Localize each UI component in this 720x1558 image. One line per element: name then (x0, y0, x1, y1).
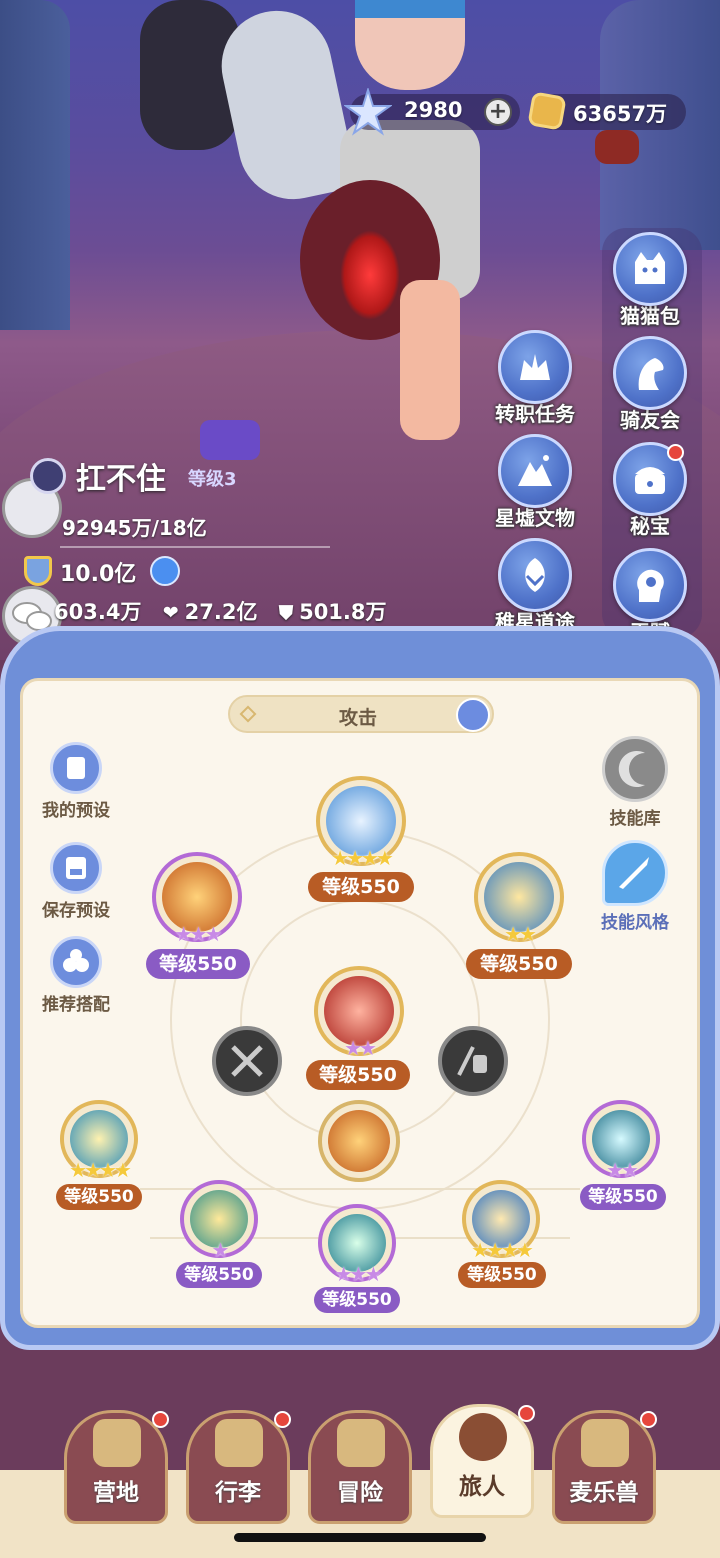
moon-icon (618, 751, 645, 787)
nav-luggage[interactable]: 行李 (186, 1410, 291, 1524)
gem-counter: 2980 + (344, 88, 520, 136)
add-gems-button[interactable]: + (484, 98, 512, 126)
shield-icon: ⛊ (278, 602, 294, 624)
player-name: 扛不住 (76, 462, 166, 497)
skill-slot-core[interactable] (318, 1100, 400, 1182)
skill-level-badge: 等级550 (176, 1262, 262, 1288)
skill-library-button[interactable]: 技能库 (590, 736, 680, 829)
crystal (200, 420, 260, 460)
exp-divider (60, 546, 330, 548)
gem-value: 2980 (404, 98, 463, 122)
treasure-chest-icon (635, 467, 665, 494)
rider-club-button[interactable]: 骑友会 (595, 336, 705, 433)
skill-style-button[interactable]: 技能风格 (590, 840, 680, 933)
star-path-icon (525, 558, 545, 592)
cat-bag-icon (635, 252, 665, 284)
player-character[interactable] (300, 0, 500, 440)
backpack-icon (215, 1419, 263, 1467)
horse-icon (638, 358, 664, 390)
star-path-button[interactable]: 稚星道途 (480, 538, 590, 635)
star-gem-icon (344, 88, 392, 136)
player-level: 等级3 (188, 469, 237, 490)
nav-camp[interactable]: 营地 (64, 1410, 169, 1524)
save-disk-icon (66, 857, 86, 879)
crossed-swords-icon (231, 1045, 263, 1077)
skill-slot-lower-left[interactable]: ★ (180, 1180, 258, 1262)
sword-shield-icon (457, 1046, 487, 1076)
crossed-swords-icon (337, 1419, 385, 1467)
currency-bar: 2980 + 63657万 (344, 88, 686, 136)
pet-cat-icon (581, 1419, 629, 1467)
nav-badge (152, 1411, 169, 1428)
heart-icon: ❤ (162, 602, 179, 624)
skill-level-badge: 等级550 (458, 1262, 546, 1288)
skill-level-badge: 等级550 (314, 1287, 400, 1313)
gold-coin-icon (527, 91, 567, 131)
gold-value: 63657万 (573, 102, 668, 126)
skill-level-badge: 等级550 (580, 1184, 666, 1210)
home-indicator[interactable] (234, 1533, 486, 1542)
treasure-badge (667, 444, 684, 461)
skill-slot-lower-right[interactable]: ★★★★ (462, 1180, 540, 1262)
preset-card-icon (67, 757, 85, 779)
player-exp: 92945万/18亿 (62, 516, 207, 540)
skill-level-badge: 等级550 (306, 1060, 410, 1090)
skill-level-badge: 等级550 (56, 1184, 142, 1210)
recommend-combo-button[interactable]: 推荐搭配 (31, 936, 121, 1015)
red-pot (595, 130, 639, 164)
star-ruins-relic-button[interactable]: 星墟文物 (480, 434, 590, 531)
skill-slot-right[interactable]: ★★ (582, 1100, 660, 1182)
class-icon (30, 458, 66, 494)
skill-level-badge: 等级550 (466, 949, 572, 979)
nav-badge (640, 1411, 657, 1428)
class-change-icon (520, 354, 550, 380)
traveler-head-icon (459, 1413, 507, 1461)
combat-power: 10.0亿 (60, 562, 137, 587)
my-preset-button[interactable]: 我的预设 (31, 742, 121, 821)
power-detail-search-icon[interactable] (150, 556, 180, 586)
skill-slot-locked-right[interactable] (438, 1026, 508, 1096)
rock-left (0, 0, 70, 330)
nav-traveler[interactable]: 旅人 (430, 1404, 535, 1518)
castle-icon (93, 1419, 141, 1467)
nav-pets[interactable]: 麦乐兽 (552, 1410, 657, 1524)
treasure-button[interactable]: 秘宝 (595, 442, 705, 539)
save-preset-button[interactable]: 保存预设 (31, 842, 121, 921)
skill-slot-center[interactable]: ★★ (314, 966, 404, 1060)
info-book-icon[interactable] (456, 698, 490, 732)
relic-mountain-icon (518, 455, 552, 486)
talent-head-icon (637, 569, 664, 602)
skill-level-badge: 等级550 (146, 949, 250, 979)
skill-slot-locked-left[interactable] (212, 1026, 282, 1096)
wing (211, 0, 359, 210)
player-stats: 603.4万 ❤ 27.2亿 ⛊ 501.8万 (54, 596, 401, 626)
nav-badge (274, 1411, 291, 1428)
skill-level-badge: 等级550 (308, 872, 414, 902)
tab-attack[interactable]: 攻击 (228, 695, 494, 733)
power-shield-icon (24, 556, 52, 586)
attack-value: 603.4万 (54, 600, 142, 624)
skill-slot-upper-left[interactable]: ★★★ (152, 852, 242, 946)
hp-value: 27.2亿 (184, 600, 258, 624)
cat-bag-button[interactable]: 猫猫包 (595, 232, 705, 329)
nav-adventure[interactable]: 冒险 (308, 1410, 412, 1524)
gold-counter: 63657万 (527, 91, 686, 131)
class-change-quest-button[interactable]: 转职任务 (480, 330, 590, 427)
skill-slot-upper-right[interactable]: ★★ (474, 852, 564, 946)
nav-badge (518, 1405, 535, 1422)
skill-slot-top[interactable]: ★★★★ (316, 776, 406, 870)
skill-slot-left[interactable]: ★★★★ (60, 1100, 138, 1182)
skill-slot-bottom[interactable]: ★★★ (318, 1204, 396, 1286)
defense-value: 501.8万 (299, 600, 387, 624)
recommend-icon (63, 949, 89, 972)
sword-icon (619, 857, 649, 889)
